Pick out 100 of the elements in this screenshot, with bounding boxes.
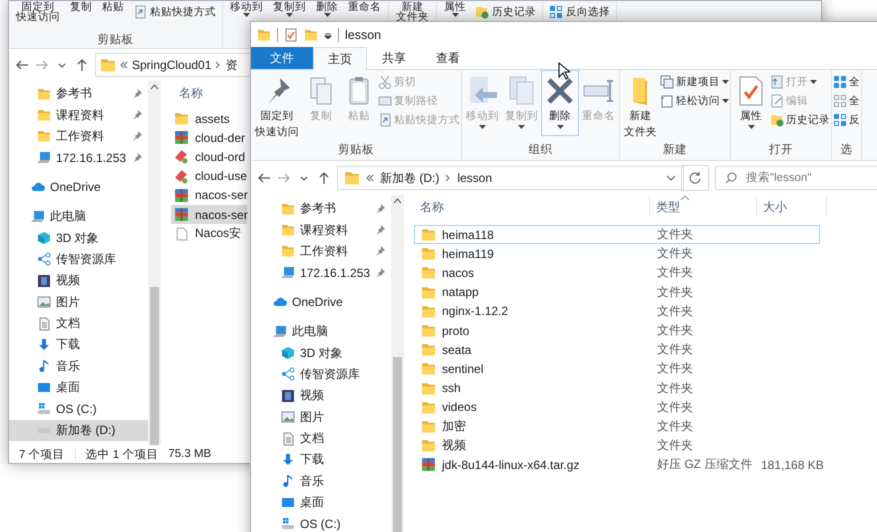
file-row[interactable]: heima118 文件夹 (414, 225, 820, 244)
folder-icon (421, 227, 436, 242)
breadcrumb[interactable]: lesson (457, 171, 492, 185)
ribbon-button[interactable]: 全 (833, 93, 860, 109)
nav-item[interactable]: 课程资料 (251, 219, 392, 241)
file-row[interactable]: nacos-ser (171, 186, 247, 205)
nav-item[interactable]: 视频 (251, 385, 392, 407)
ribbon-tab[interactable]: 共享 (367, 47, 421, 69)
column-header[interactable]: 类型 (650, 197, 757, 217)
ribbon-button[interactable]: 删除 (314, 2, 340, 18)
ribbon-button[interactable]: 反向选择 (548, 5, 611, 19)
nav-item[interactable]: 传智资源库 (251, 364, 392, 386)
nav-item[interactable]: 3D 对象 (251, 342, 392, 364)
breadcrumb[interactable]: 资 (225, 56, 238, 74)
file-row[interactable]: seata 文件夹 (414, 340, 820, 360)
column-header[interactable]: 名称 (414, 197, 650, 217)
file-name: assets (194, 112, 230, 126)
nav-item[interactable]: 参考书 (251, 198, 392, 220)
file-type: 好压 GZ 压缩文件 (656, 457, 752, 472)
nav-item[interactable]: 此电脑 (251, 320, 392, 342)
file-row[interactable]: cloud-use (171, 166, 247, 186)
nav-item[interactable]: 图片 (9, 292, 148, 313)
nav-item[interactable]: 新加卷 (D:) (9, 420, 148, 442)
nav-item[interactable]: 视频 (9, 270, 148, 292)
nav-item[interactable]: OS (C:) (9, 398, 148, 420)
column-header[interactable]: 大小 (757, 197, 827, 217)
nav-item[interactable]: 音乐 (9, 356, 148, 378)
nav-item[interactable]: 文档 (9, 312, 148, 334)
file-row[interactable]: Nacos安 (171, 224, 247, 244)
file-row[interactable]: cloud-der (171, 128, 247, 148)
breadcrumb[interactable]: 新加卷 (D:) (380, 170, 440, 186)
file-row[interactable]: nginx-1.12.2 文件夹 (414, 302, 820, 321)
file-name: sentinel (441, 362, 484, 376)
ribbon-tab[interactable]: 主页 (313, 47, 367, 70)
file-row[interactable]: 加密 文件夹 (414, 416, 820, 436)
file-row[interactable]: ssh 文件夹 (414, 378, 820, 398)
nav-item[interactable]: 工作资料 (9, 126, 148, 148)
nav-item[interactable]: 此电脑 (9, 206, 148, 228)
refresh-button[interactable] (681, 165, 709, 191)
file-menu-button[interactable]: 文件 (251, 47, 313, 69)
nav-item[interactable]: OneDrive (251, 292, 392, 313)
nav-item[interactable]: 172.16.1.253 (251, 262, 392, 284)
nav-item[interactable]: 下载 (9, 334, 148, 356)
nav-item[interactable]: 3D 对象 (9, 227, 148, 249)
nav-item[interactable]: 图片 (251, 406, 392, 428)
ribbon-button[interactable]: 粘贴快捷方式 (132, 5, 217, 19)
file-type: 文件夹 (656, 400, 693, 414)
ribbon-button[interactable]: 粘贴 (100, 2, 126, 14)
ribbon-button[interactable]: 新建 文件夹 (394, 2, 431, 23)
file-row[interactable]: assets (171, 109, 247, 128)
nav-item[interactable]: 下载 (251, 449, 392, 471)
nav-item[interactable]: 172.16.1.253 (9, 147, 148, 169)
file-row[interactable]: cloud-ord (171, 147, 247, 167)
caret-icon (286, 12, 293, 18)
ribbon-button[interactable]: 轻松访问 (660, 93, 729, 109)
file-row[interactable]: proto 文件夹 (414, 320, 820, 340)
ribbon-tab[interactable]: 查看 (421, 47, 475, 69)
file-type: 文件夹 (656, 438, 693, 452)
ribbon-button[interactable]: 历史记录 (474, 5, 537, 19)
search-field[interactable]: 搜索"lesson" (715, 166, 877, 190)
nav-item[interactable]: 文档 (251, 428, 392, 450)
file-row[interactable]: nacos 文件夹 (414, 263, 820, 283)
ribbon-button[interactable]: 删除 (541, 70, 579, 136)
ribbon-button[interactable]: 属性 (442, 2, 468, 18)
file-row[interactable]: nacos-ser (171, 204, 247, 224)
ribbon-button[interactable]: 移动到 (228, 2, 265, 18)
address-bar[interactable]: 新加卷 (D:) lesson (337, 166, 684, 190)
nav-item[interactable]: OneDrive (9, 176, 148, 198)
file-name: cloud-ord (194, 150, 246, 164)
nav-item[interactable]: OS (C:) (251, 513, 392, 532)
nav-item[interactable]: 参考书 (9, 83, 148, 104)
column-header[interactable]: 名称 (173, 81, 203, 105)
ribbon-button[interactable]: 复制 (68, 2, 94, 14)
file-row[interactable]: sentinel 文件夹 (414, 359, 820, 378)
file-row[interactable]: 视频 文件夹 (414, 436, 820, 456)
ribbon-button[interactable]: 全 (833, 74, 860, 90)
ribbon-button[interactable]: 新建项目 (660, 74, 729, 90)
scrollbar[interactable] (391, 195, 404, 532)
nav-item[interactable]: 工作资料 (251, 240, 392, 262)
nav-item[interactable]: 桌面 (251, 492, 392, 514)
archive-icon (174, 207, 189, 222)
file-row[interactable]: videos 文件夹 (414, 398, 820, 417)
scrollbar[interactable] (148, 81, 161, 445)
ribbon-button[interactable]: 新建 文件夹 (621, 70, 660, 142)
ribbon-button[interactable]: 历史记录 (770, 112, 830, 128)
ribbon-button[interactable]: 固定到 快速访问 (14, 2, 62, 23)
cube-icon (281, 346, 295, 360)
nav-item[interactable]: 音乐 (251, 470, 392, 492)
breadcrumb[interactable]: SpringCloud01 (132, 58, 212, 72)
ribbon-button[interactable]: 复制到 (271, 2, 308, 18)
ribbon-button[interactable]: 属性 (732, 70, 770, 136)
ribbon-button[interactable]: 重命名 (346, 2, 383, 14)
file-row[interactable]: heima119 文件夹 (414, 244, 820, 264)
caret-icon (722, 80, 729, 84)
ribbon-button[interactable]: 反 (833, 112, 860, 128)
file-row[interactable]: natapp 文件夹 (414, 282, 820, 302)
nav-item[interactable]: 传智资源库 (9, 248, 148, 270)
ribbon-button[interactable]: 固定到 快速访问 (252, 70, 302, 142)
nav-item[interactable]: 课程资料 (9, 104, 148, 126)
nav-item[interactable]: 桌面 (9, 377, 148, 398)
